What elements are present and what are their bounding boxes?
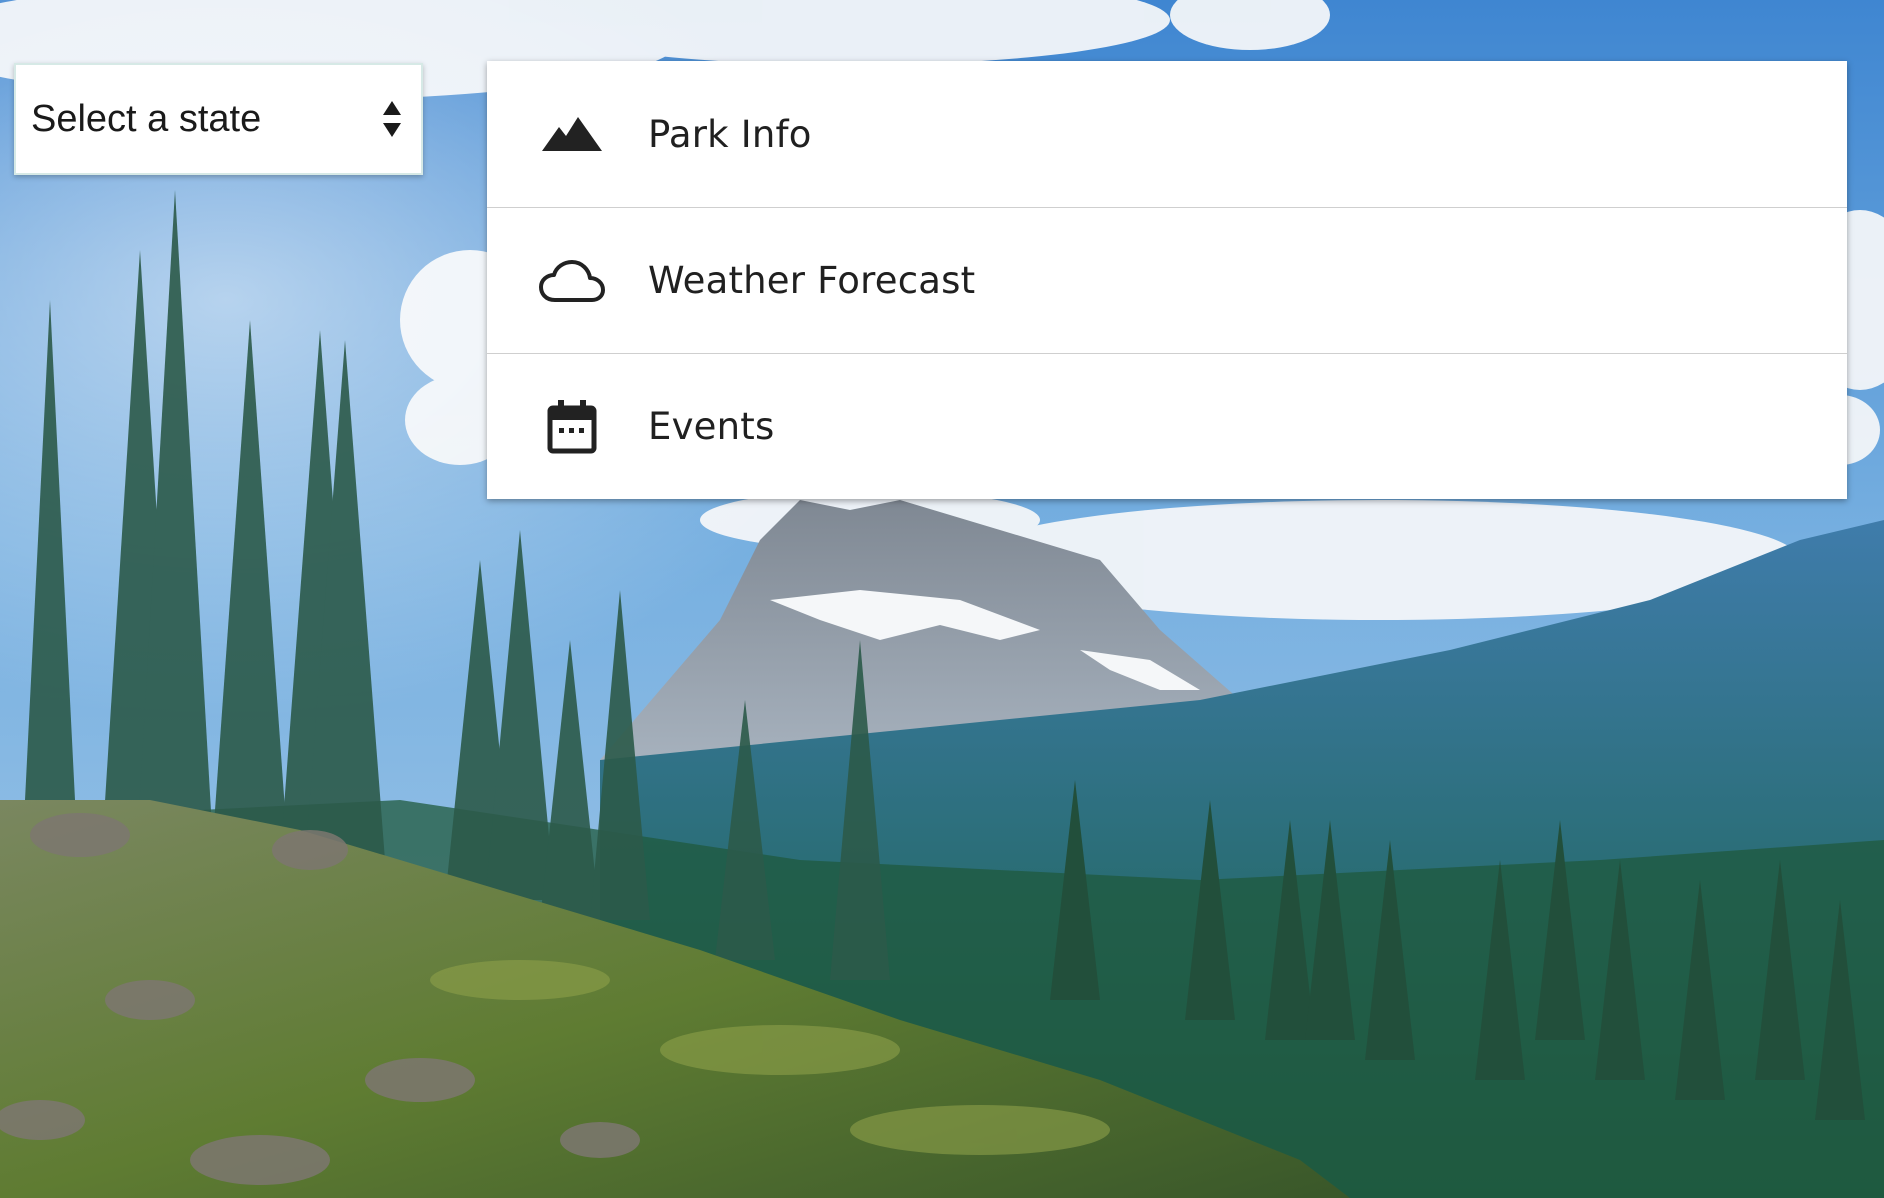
park-menu: Park Info Weather Forecast Events	[487, 61, 1847, 499]
menu-item-label: Park Info	[648, 112, 812, 156]
calendar-icon	[537, 399, 607, 454]
menu-item-label: Events	[648, 405, 775, 448]
menu-item-park-info[interactable]: Park Info	[487, 61, 1847, 207]
select-arrows-icon	[381, 99, 403, 139]
cloud-icon	[537, 259, 607, 303]
state-select[interactable]: Select a state	[14, 63, 423, 175]
state-select-label: Select a state	[31, 97, 262, 140]
menu-item-events[interactable]: Events	[487, 353, 1847, 499]
menu-item-label: Weather Forecast	[648, 259, 976, 302]
menu-item-weather-forecast[interactable]: Weather Forecast	[487, 207, 1847, 353]
mountain-icon	[537, 117, 607, 151]
